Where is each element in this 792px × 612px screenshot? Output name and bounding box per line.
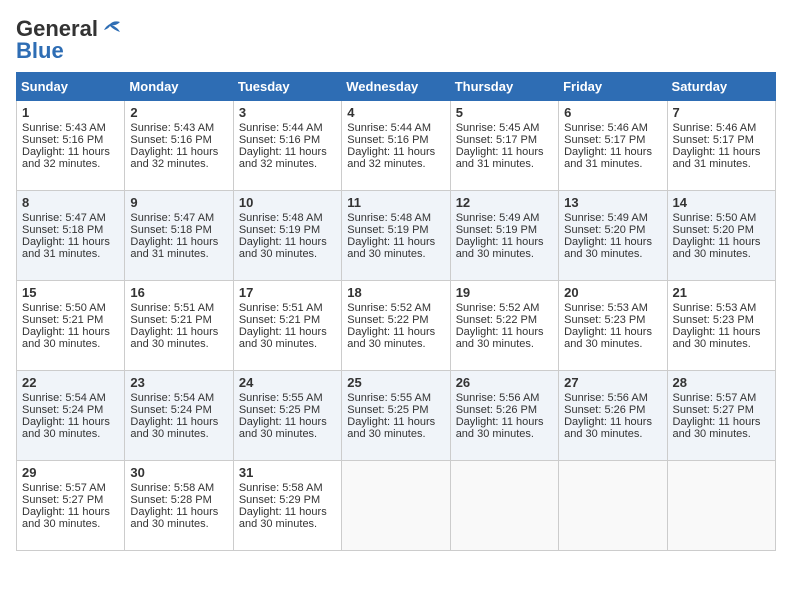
week-row-1: 1Sunrise: 5:43 AMSunset: 5:16 PMDaylight…: [17, 101, 776, 191]
calendar-cell: 7Sunrise: 5:46 AMSunset: 5:17 PMDaylight…: [667, 101, 775, 191]
calendar-cell: 25Sunrise: 5:55 AMSunset: 5:25 PMDayligh…: [342, 371, 450, 461]
logo-blue: Blue: [16, 38, 64, 64]
calendar-cell: 17Sunrise: 5:51 AMSunset: 5:21 PMDayligh…: [233, 281, 341, 371]
col-header-saturday: Saturday: [667, 73, 775, 101]
logo-bird-icon: [100, 20, 122, 38]
calendar-cell: 1Sunrise: 5:43 AMSunset: 5:16 PMDaylight…: [17, 101, 125, 191]
col-header-wednesday: Wednesday: [342, 73, 450, 101]
calendar-cell: 29Sunrise: 5:57 AMSunset: 5:27 PMDayligh…: [17, 461, 125, 551]
calendar-cell: 18Sunrise: 5:52 AMSunset: 5:22 PMDayligh…: [342, 281, 450, 371]
calendar-cell: [342, 461, 450, 551]
logo: General Blue: [16, 16, 122, 64]
calendar-cell: 3Sunrise: 5:44 AMSunset: 5:16 PMDaylight…: [233, 101, 341, 191]
calendar-table: SundayMondayTuesdayWednesdayThursdayFrid…: [16, 72, 776, 551]
calendar-cell: 26Sunrise: 5:56 AMSunset: 5:26 PMDayligh…: [450, 371, 558, 461]
calendar-cell: 24Sunrise: 5:55 AMSunset: 5:25 PMDayligh…: [233, 371, 341, 461]
calendar-cell: 30Sunrise: 5:58 AMSunset: 5:28 PMDayligh…: [125, 461, 233, 551]
week-row-2: 8Sunrise: 5:47 AMSunset: 5:18 PMDaylight…: [17, 191, 776, 281]
col-header-tuesday: Tuesday: [233, 73, 341, 101]
calendar-cell: 16Sunrise: 5:51 AMSunset: 5:21 PMDayligh…: [125, 281, 233, 371]
calendar-cell: 28Sunrise: 5:57 AMSunset: 5:27 PMDayligh…: [667, 371, 775, 461]
calendar-cell: [450, 461, 558, 551]
col-header-friday: Friday: [559, 73, 667, 101]
calendar-cell: 31Sunrise: 5:58 AMSunset: 5:29 PMDayligh…: [233, 461, 341, 551]
calendar-cell: 11Sunrise: 5:48 AMSunset: 5:19 PMDayligh…: [342, 191, 450, 281]
calendar-cell: 15Sunrise: 5:50 AMSunset: 5:21 PMDayligh…: [17, 281, 125, 371]
calendar-cell: [667, 461, 775, 551]
calendar-cell: 13Sunrise: 5:49 AMSunset: 5:20 PMDayligh…: [559, 191, 667, 281]
col-header-sunday: Sunday: [17, 73, 125, 101]
week-row-4: 22Sunrise: 5:54 AMSunset: 5:24 PMDayligh…: [17, 371, 776, 461]
col-header-thursday: Thursday: [450, 73, 558, 101]
calendar-cell: 14Sunrise: 5:50 AMSunset: 5:20 PMDayligh…: [667, 191, 775, 281]
calendar-cell: 19Sunrise: 5:52 AMSunset: 5:22 PMDayligh…: [450, 281, 558, 371]
calendar-cell: 10Sunrise: 5:48 AMSunset: 5:19 PMDayligh…: [233, 191, 341, 281]
calendar-cell: 22Sunrise: 5:54 AMSunset: 5:24 PMDayligh…: [17, 371, 125, 461]
page-header: General Blue: [16, 16, 776, 64]
calendar-cell: 5Sunrise: 5:45 AMSunset: 5:17 PMDaylight…: [450, 101, 558, 191]
col-header-monday: Monday: [125, 73, 233, 101]
calendar-cell: 6Sunrise: 5:46 AMSunset: 5:17 PMDaylight…: [559, 101, 667, 191]
calendar-cell: 12Sunrise: 5:49 AMSunset: 5:19 PMDayligh…: [450, 191, 558, 281]
week-row-5: 29Sunrise: 5:57 AMSunset: 5:27 PMDayligh…: [17, 461, 776, 551]
calendar-cell: 9Sunrise: 5:47 AMSunset: 5:18 PMDaylight…: [125, 191, 233, 281]
calendar-cell: 8Sunrise: 5:47 AMSunset: 5:18 PMDaylight…: [17, 191, 125, 281]
calendar-cell: 4Sunrise: 5:44 AMSunset: 5:16 PMDaylight…: [342, 101, 450, 191]
week-row-3: 15Sunrise: 5:50 AMSunset: 5:21 PMDayligh…: [17, 281, 776, 371]
calendar-cell: 2Sunrise: 5:43 AMSunset: 5:16 PMDaylight…: [125, 101, 233, 191]
calendar-cell: [559, 461, 667, 551]
calendar-cell: 23Sunrise: 5:54 AMSunset: 5:24 PMDayligh…: [125, 371, 233, 461]
calendar-cell: 20Sunrise: 5:53 AMSunset: 5:23 PMDayligh…: [559, 281, 667, 371]
calendar-cell: 27Sunrise: 5:56 AMSunset: 5:26 PMDayligh…: [559, 371, 667, 461]
calendar-cell: 21Sunrise: 5:53 AMSunset: 5:23 PMDayligh…: [667, 281, 775, 371]
